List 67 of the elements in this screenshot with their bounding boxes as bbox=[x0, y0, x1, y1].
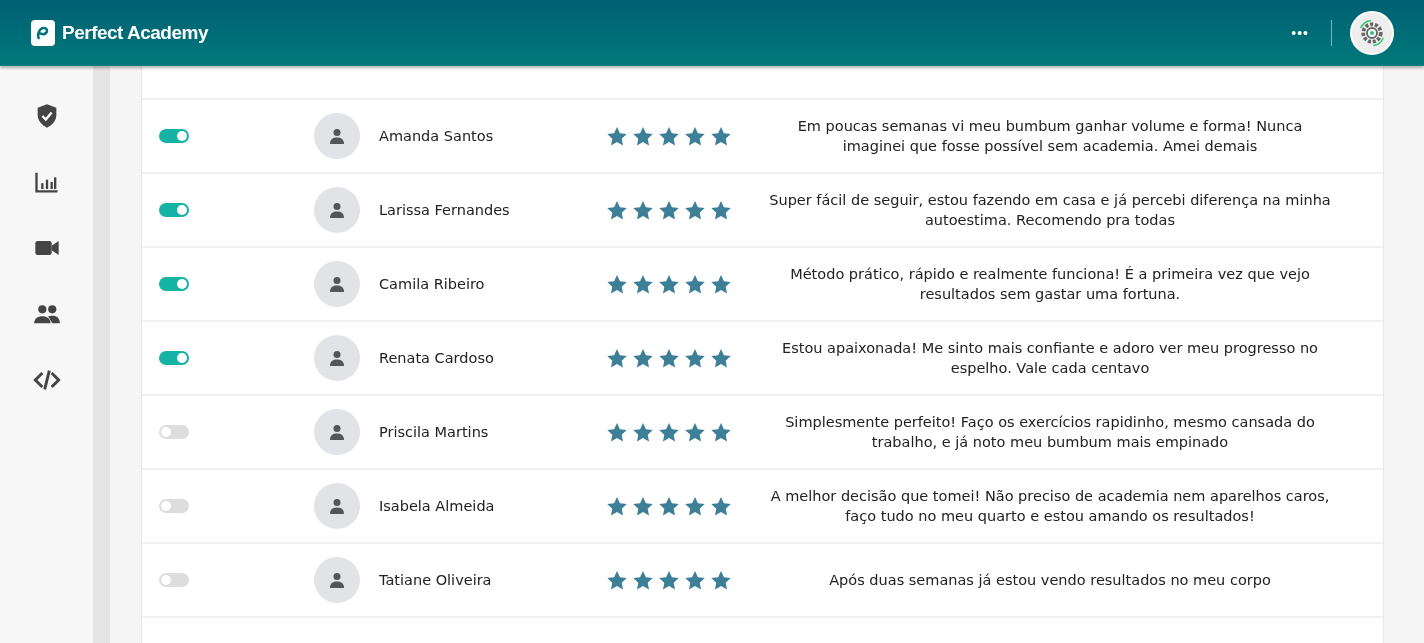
reviewer-name: Isabela Almeida bbox=[379, 498, 496, 514]
toggle-switch[interactable] bbox=[159, 129, 189, 143]
more-button[interactable]: ••• bbox=[1287, 25, 1313, 41]
review-text: Simplesmente perfeito! Faço os exercícios rapidinho, mesmo cansada do trabalho, e já noto meu bumbum mais empinado bbox=[784, 413, 1316, 452]
toggle-switch[interactable] bbox=[159, 425, 189, 439]
toggle-switch[interactable] bbox=[159, 203, 189, 217]
star-icon bbox=[685, 570, 705, 590]
star-icon bbox=[711, 570, 731, 590]
reviewer-name: Priscila Martins bbox=[379, 424, 490, 440]
star-icon bbox=[607, 570, 627, 590]
star-icon bbox=[607, 274, 627, 294]
reviewer-name: Renata Cardoso bbox=[379, 350, 495, 366]
star-icon bbox=[633, 422, 653, 442]
avatar-gear-icon[interactable] bbox=[1350, 11, 1394, 55]
star-icon bbox=[607, 348, 627, 368]
reviewer-name: Tatiane Oliveira bbox=[379, 572, 493, 588]
star-icon bbox=[659, 274, 679, 294]
reviewer-name: Camila Ribeiro bbox=[379, 276, 486, 292]
user-avatar-icon bbox=[314, 187, 360, 233]
user-avatar-icon bbox=[314, 483, 360, 529]
star-icon bbox=[607, 422, 627, 442]
user-avatar-icon bbox=[314, 409, 360, 455]
star-icon bbox=[685, 126, 705, 146]
reviewer-name: Amanda Santos bbox=[379, 128, 495, 144]
toggle-switch[interactable] bbox=[159, 351, 189, 365]
star-icon bbox=[633, 348, 653, 368]
user-avatar-icon bbox=[314, 335, 360, 381]
star-icon bbox=[711, 348, 731, 368]
brand-name: Perfect Academy bbox=[62, 22, 208, 44]
star-icon bbox=[659, 422, 679, 442]
star-icon bbox=[711, 422, 731, 442]
review-text: Após duas semanas já estou vendo resultados no meu corpo bbox=[828, 571, 1272, 590]
user-avatar-icon bbox=[314, 261, 360, 307]
star-icon bbox=[659, 126, 679, 146]
star-icon bbox=[685, 496, 705, 516]
logo-icon bbox=[30, 19, 56, 47]
star-icon bbox=[685, 274, 705, 294]
user-avatar-icon bbox=[314, 113, 360, 159]
toggle-switch[interactable] bbox=[159, 499, 189, 513]
star-icon bbox=[685, 348, 705, 368]
review-text: A melhor decisão que tomei! Não preciso de academia nem aparelhos caros, faço tudo no meu quarto e estou amando os resultados! bbox=[769, 487, 1331, 526]
review-text: Método prático, rápido e realmente funciona! É a primeira vez que vejo resultados sem gastar uma fortuna. bbox=[789, 265, 1311, 304]
star-icon bbox=[659, 496, 679, 516]
star-icon bbox=[711, 200, 731, 220]
review-text: Estou apaixonada! Me sinto mais confiante e adoro ver meu progresso no espelho. Vale cada centavo bbox=[781, 339, 1319, 378]
user-avatar-icon bbox=[314, 557, 360, 603]
review-text: Super fácil de seguir, estou fazendo em casa e já percebi diferença na minha autoestima. Recomendo pra todas bbox=[768, 191, 1332, 230]
toggle-switch[interactable] bbox=[159, 573, 189, 587]
star-icon bbox=[633, 496, 653, 516]
star-icon bbox=[711, 274, 731, 294]
star-icon bbox=[711, 496, 731, 516]
star-icon bbox=[711, 126, 731, 146]
star-icon bbox=[607, 200, 627, 220]
star-icon bbox=[607, 126, 627, 146]
toggle-switch[interactable] bbox=[159, 277, 189, 291]
star-icon bbox=[607, 496, 627, 516]
star-icon bbox=[633, 200, 653, 220]
star-icon bbox=[685, 422, 705, 442]
star-icon bbox=[633, 126, 653, 146]
review-text: Em poucas semanas vi meu bumbum ganhar volume e forma! Nunca imaginei que fosse possível sem academia. Amei demais bbox=[796, 117, 1304, 156]
star-icon bbox=[633, 274, 653, 294]
star-icon bbox=[659, 570, 679, 590]
star-icon bbox=[633, 570, 653, 590]
star-icon bbox=[659, 348, 679, 368]
star-icon bbox=[659, 200, 679, 220]
star-icon bbox=[685, 200, 705, 220]
reviewer-name: Larissa Fernandes bbox=[379, 202, 511, 218]
